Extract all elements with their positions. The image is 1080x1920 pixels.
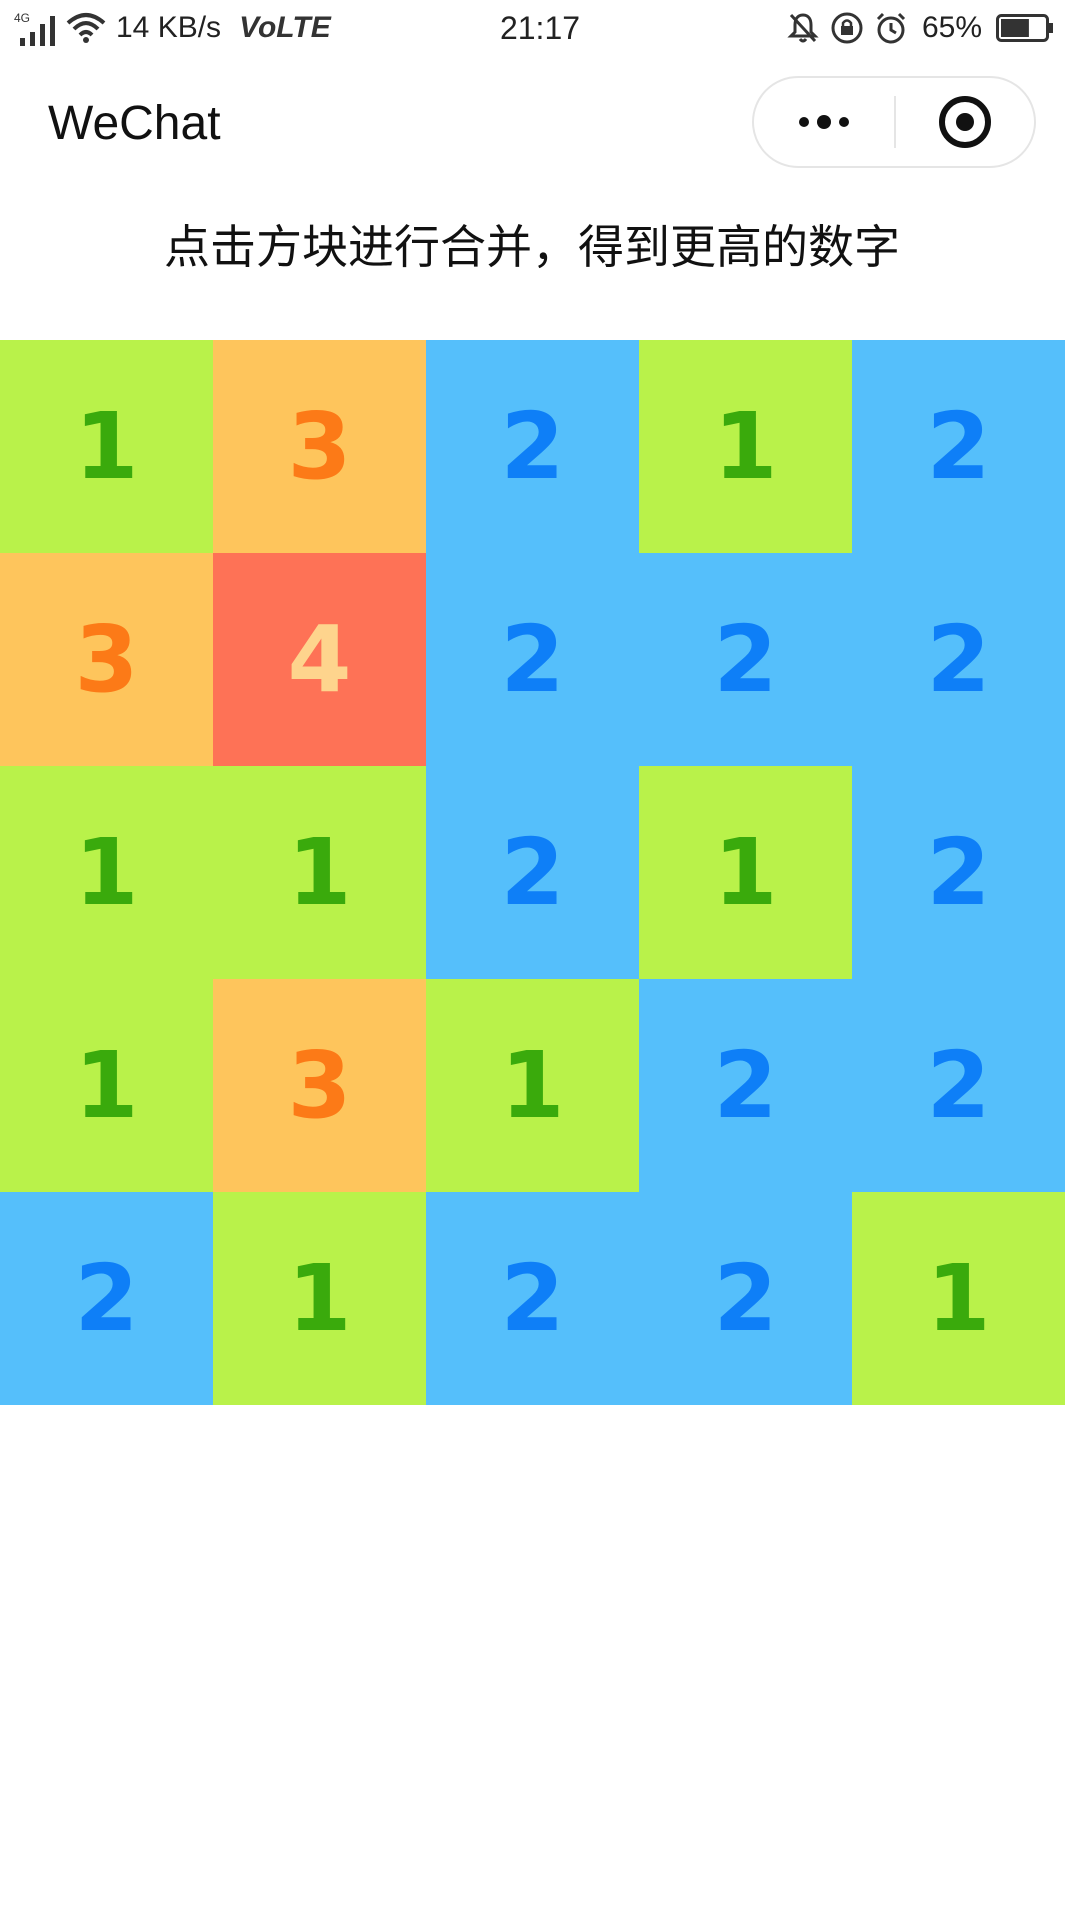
tile[interactable]: 1: [639, 766, 852, 979]
tile[interactable]: 2: [426, 766, 639, 979]
tile[interactable]: 1: [213, 766, 426, 979]
battery-percent: 65%: [921, 11, 982, 44]
tile[interactable]: 2: [426, 1192, 639, 1405]
game-board: 1321234222112121312221221: [0, 340, 1065, 1405]
tile[interactable]: 2: [852, 553, 1065, 766]
instruction-text: 点击方块进行合并，得到更高的数字: [164, 220, 900, 274]
tile[interactable]: 4: [213, 553, 426, 766]
close-miniprogram-icon: [939, 96, 991, 148]
tile[interactable]: 2: [639, 1192, 852, 1405]
tile[interactable]: 2: [852, 340, 1065, 553]
signal-icon: 4G: [14, 8, 58, 48]
tile[interactable]: 1: [426, 979, 639, 1192]
tile[interactable]: 1: [0, 766, 213, 979]
status-bar-right: 65%: [786, 8, 1054, 48]
page-title: WeChat: [48, 97, 221, 150]
status-bar-left: 4G 14 KB/s VoLTE: [14, 8, 331, 48]
close-button[interactable]: [896, 78, 1034, 166]
more-button[interactable]: [754, 78, 894, 166]
tile[interactable]: 1: [639, 340, 852, 553]
tile[interactable]: 3: [0, 553, 213, 766]
wifi-icon: [66, 13, 106, 43]
tile[interactable]: 2: [639, 553, 852, 766]
tile[interactable]: 1: [0, 979, 213, 1192]
tile[interactable]: 2: [852, 766, 1065, 979]
tile[interactable]: 2: [426, 340, 639, 553]
volte-label: VoLTE: [239, 11, 331, 44]
tile[interactable]: 2: [639, 979, 852, 1192]
mute-icon: [787, 13, 819, 43]
more-dots-icon: [799, 115, 849, 129]
tile[interactable]: 3: [213, 979, 426, 1192]
battery-icon: [996, 14, 1053, 42]
rotation-lock-icon: [831, 12, 863, 44]
menu-capsule: [752, 76, 1036, 168]
nav-bar: WeChat: [0, 56, 1080, 192]
tile[interactable]: 3: [213, 340, 426, 553]
tile[interactable]: 1: [852, 1192, 1065, 1405]
tile[interactable]: 2: [852, 979, 1065, 1192]
tile[interactable]: 2: [426, 553, 639, 766]
tile[interactable]: 1: [0, 340, 213, 553]
tile[interactable]: 1: [213, 1192, 426, 1405]
status-bar: 4G 14 KB/s VoLTE 21:17 65%: [0, 0, 1080, 56]
network-speed: 14 KB/s: [116, 11, 222, 44]
alarm-icon: [876, 12, 906, 44]
tile[interactable]: 2: [0, 1192, 213, 1405]
